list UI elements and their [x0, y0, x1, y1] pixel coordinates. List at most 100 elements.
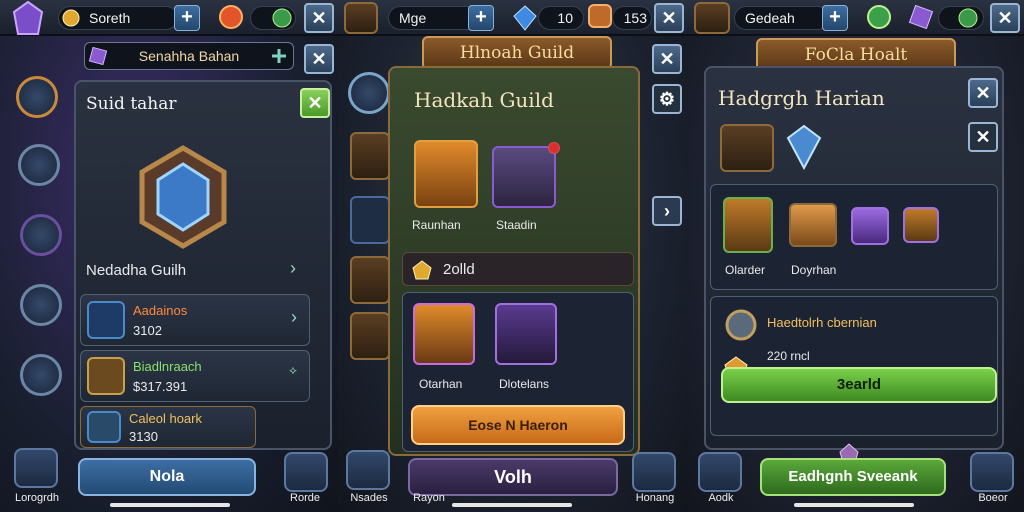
chest-icon[interactable] [723, 197, 773, 253]
fire-orb-icon [219, 5, 243, 29]
plus-icon[interactable] [270, 47, 288, 65]
guild-banner: Hlnoah Guild [422, 36, 612, 70]
row-value: 3130 [129, 429, 158, 444]
close-icon[interactable]: ✕ [968, 78, 998, 108]
chevron-right-icon[interactable]: › [291, 307, 297, 328]
add-currency-button[interactable]: + [174, 5, 200, 31]
close-icon[interactable]: ✕ [990, 3, 1020, 33]
box-icon [87, 411, 121, 443]
row-title: Biadlnraach [133, 359, 202, 374]
row-title: Caleol hoark [129, 411, 202, 426]
nav-shield-icon[interactable] [350, 132, 390, 180]
settings-icon[interactable]: ⚙ [652, 84, 682, 114]
gem-frame-icon[interactable] [720, 124, 774, 172]
nav-armor-icon[interactable] [350, 312, 390, 360]
row-value: $317.391 [133, 379, 188, 394]
gold-row: 2olld [402, 252, 634, 286]
info-title: Haedtolrh cbernian [767, 315, 877, 330]
bottom-action-button[interactable]: Volh [408, 458, 618, 496]
treasure-icon[interactable] [789, 203, 837, 247]
confirm-button[interactable]: 3earld [721, 367, 997, 403]
chevron-right-icon[interactable]: › [652, 196, 682, 226]
bottom-action-button[interactable]: Eadhgnh Sveeank [760, 458, 946, 496]
tab-label: Boeor [978, 492, 1008, 504]
item-box: Olarder Doyrhan [710, 184, 998, 290]
gem-counter: 10 [538, 6, 584, 30]
info-value: 220 rncl [767, 349, 810, 363]
item-label: Raunhan [412, 218, 461, 232]
amulet-icon [725, 309, 757, 341]
home-indicator [110, 503, 230, 507]
home-indicator [794, 503, 914, 507]
tools-icon[interactable]: ✕ [968, 122, 998, 152]
tab-label: Aodk [708, 492, 734, 504]
panel-title: Suid tahar [86, 94, 177, 114]
tab-guild-icon[interactable] [970, 452, 1014, 492]
tab-guild-icon[interactable] [632, 452, 676, 492]
panel-title: Hadgrgh Harian [718, 86, 885, 110]
tab-guild-icon[interactable] [284, 452, 328, 492]
tab-label: Honang [635, 492, 675, 504]
add-currency-button[interactable]: + [822, 5, 848, 31]
staff-icon[interactable] [495, 303, 557, 365]
chevron-right-icon[interactable]: › [290, 258, 296, 279]
green-shield-icon [958, 8, 978, 28]
item-label: Otarhan [419, 377, 463, 391]
top-bar: Mge + 10 153 ✕ [338, 0, 686, 36]
add-currency-button[interactable]: + [468, 5, 494, 31]
action-button[interactable]: Eose N Haeron [411, 405, 625, 445]
gold-label: 2olld [443, 261, 475, 278]
nav-staff-icon[interactable] [350, 256, 390, 304]
list-item[interactable]: Aadainos 3102 › [80, 294, 310, 346]
top-bar: Soreth + ✕ [0, 0, 338, 36]
tab-home-icon[interactable] [14, 448, 58, 488]
panel-title: Hadkah Guild [414, 88, 554, 112]
nav-crystal-icon[interactable] [348, 72, 390, 114]
tab-crystal-icon[interactable] [346, 450, 390, 490]
screen-guild-shop: Gedeah + ✕ FoCla Hoalt Hadgrgh Harian ✕ … [686, 0, 1024, 512]
options-icon[interactable]: ⟡ [289, 363, 297, 378]
gold-nugget-icon [412, 260, 432, 280]
list-item[interactable]: Caleol hoark 3130 [80, 406, 256, 448]
chest-icon[interactable] [492, 146, 556, 208]
list-item[interactable]: Biadlnraach $317.391 ⟡ [80, 350, 310, 402]
fire-shield-icon[interactable] [414, 140, 478, 208]
nav-chest-icon[interactable] [20, 214, 62, 256]
close-icon[interactable]: ✕ [304, 44, 334, 74]
green-shield-icon [272, 8, 292, 28]
item-label: Staadin [496, 218, 537, 232]
notification-badge [548, 142, 560, 154]
close-icon[interactable]: ✕ [654, 3, 684, 33]
green-swirl-icon [867, 5, 891, 29]
crystal-icon [87, 301, 125, 339]
guild-panel: Suid tahar ✕ Nedadha Guilh › Aadainos 31… [74, 80, 332, 450]
close-icon[interactable]: ✕ [304, 3, 334, 33]
row-title: Aadainos [133, 303, 188, 318]
bag-icon[interactable] [903, 207, 939, 243]
sword-icon[interactable] [413, 303, 475, 365]
top-bar: Gedeah + ✕ [686, 0, 1024, 36]
screen-guild-detail: Mge + 10 153 ✕ Hlnoah Guild ✕ ⚙ › Hadkah… [338, 0, 686, 512]
confirm-icon[interactable]: ✕ [300, 88, 330, 118]
item-box: Otarhan Dlotelans Eose N Haeron [402, 292, 634, 452]
item-label: Olarder [725, 263, 766, 277]
nav-sword-icon[interactable] [350, 196, 390, 244]
coin-icon [62, 9, 80, 27]
scroll-icon[interactable] [851, 207, 889, 245]
item-label: Doyrhan [791, 263, 837, 277]
nav-sword-icon[interactable] [16, 76, 58, 118]
ore-icon [588, 4, 612, 28]
nav-crystal-icon[interactable] [18, 144, 60, 186]
item-label: Dlotelans [499, 377, 550, 391]
sub-header-pill: Senahha Bahan [84, 42, 294, 70]
blue-gem-icon [513, 5, 537, 31]
nav-staff-icon[interactable] [20, 284, 62, 326]
close-icon[interactable]: ✕ [652, 44, 682, 74]
bottom-action-button[interactable]: Nola [78, 458, 256, 496]
purple-crystal-icon [12, 0, 44, 35]
tab-home-icon[interactable] [698, 452, 742, 492]
home-indicator [452, 503, 572, 507]
nav-character-icon[interactable] [20, 354, 62, 396]
tab-label: Lorogrdh [14, 492, 60, 504]
guild-detail-panel: Hadkah Guild Raunhan Staadin 2olld Otarh… [388, 66, 640, 456]
